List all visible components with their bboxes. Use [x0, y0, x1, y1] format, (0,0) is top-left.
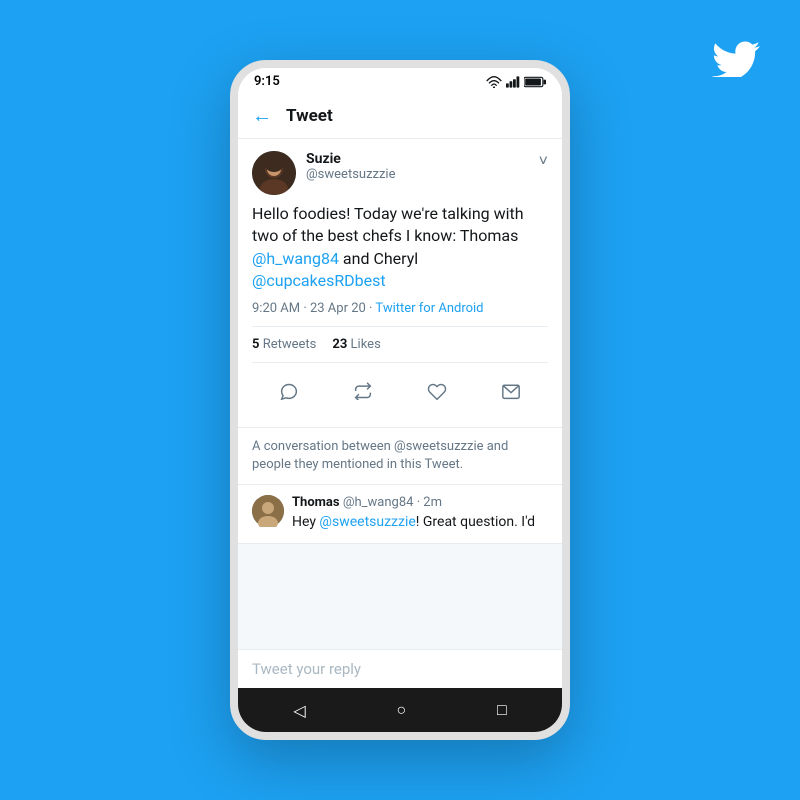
- phone-frame: 9:15 ← Twe: [230, 60, 570, 740]
- main-tweet: Suzie @sweetsuzzzie ˅ Hello foodies! Tod…: [238, 139, 562, 428]
- tweet-meta: 9:20 AM · 23 Apr 20 · Twitter for Androi…: [252, 301, 548, 316]
- reply-header: Thomas @h_wang84 · 2m: [292, 495, 548, 510]
- spacer: [238, 544, 562, 649]
- mention-1[interactable]: @h_wang84: [252, 249, 339, 268]
- content-area: Suzie @sweetsuzzzie ˅ Hello foodies! Tod…: [238, 139, 562, 688]
- reply-input-area[interactable]: Tweet your reply: [238, 649, 562, 688]
- back-button[interactable]: ←: [252, 103, 272, 128]
- nav-title: Tweet: [286, 106, 333, 126]
- user-handle: @sweetsuzzzie: [306, 167, 539, 182]
- reply-tweet: Thomas @h_wang84 · 2m Hey @sweetsuzzzie!…: [238, 485, 562, 544]
- reply-content: Thomas @h_wang84 · 2m Hey @sweetsuzzzie!…: [292, 495, 548, 533]
- tweet-stats: 5 Retweets 23 Likes: [252, 326, 548, 363]
- tweet-source[interactable]: Twitter for Android: [375, 301, 483, 316]
- tweet-header: Suzie @sweetsuzzzie ˅: [252, 151, 548, 195]
- reply-avatar: [252, 495, 284, 527]
- reply-action[interactable]: [271, 373, 307, 409]
- tweet-text: Hello foodies! Today we're talking with …: [252, 203, 548, 293]
- android-nav: ◁ ○ □: [238, 688, 562, 732]
- reply-text: Hey @sweetsuzzzie! Great question. I'd: [292, 513, 548, 533]
- android-back[interactable]: ◁: [293, 701, 305, 720]
- wifi-icon: [486, 76, 502, 88]
- more-button[interactable]: ˅: [539, 151, 548, 171]
- likes-count: 23 Likes: [332, 337, 380, 352]
- retweet-action[interactable]: [345, 373, 381, 409]
- reply-mention[interactable]: @sweetsuzzzie: [319, 514, 415, 530]
- mention-2[interactable]: @cupcakesRDbest: [252, 271, 386, 290]
- twitter-logo: [712, 32, 760, 89]
- android-recents[interactable]: □: [497, 700, 507, 720]
- user-name: Suzie: [306, 151, 539, 167]
- user-info: Suzie @sweetsuzzzie: [306, 151, 539, 182]
- status-bar: 9:15: [238, 68, 562, 93]
- conversation-notice: A conversation between @sweetsuzzzie and…: [238, 428, 562, 485]
- android-home[interactable]: ○: [396, 700, 406, 720]
- share-action[interactable]: [493, 373, 529, 409]
- battery-icon: [524, 76, 546, 88]
- status-time: 9:15: [254, 74, 280, 89]
- reply-input-placeholder[interactable]: Tweet your reply: [252, 660, 548, 678]
- status-icons: [486, 76, 546, 88]
- avatar: [252, 151, 296, 195]
- signal-icon: [506, 76, 520, 88]
- like-action[interactable]: [419, 373, 455, 409]
- retweet-count: 5 Retweets: [252, 337, 316, 352]
- tweet-actions: [252, 367, 548, 415]
- nav-bar: ← Tweet: [238, 93, 562, 139]
